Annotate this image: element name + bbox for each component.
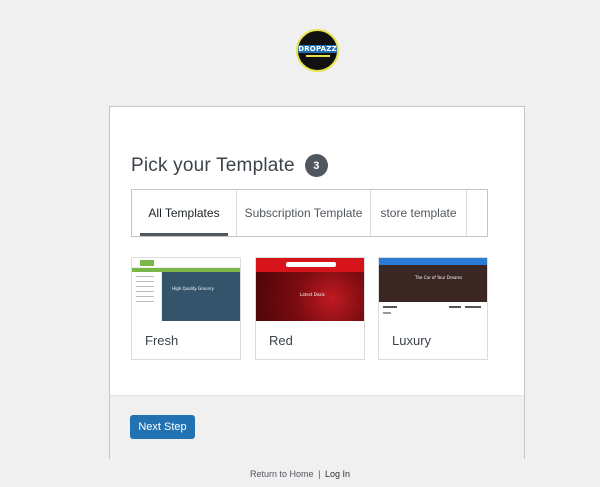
template-card-red[interactable]: Latest Deals Red [255,257,365,360]
template-name: Red [269,333,293,348]
tab-label: All Templates [148,206,220,220]
preview-caption: Latest Deals [300,292,325,297]
template-filter-tabs: All Templates Subscription Template stor… [131,189,488,237]
next-step-button[interactable]: Next Step [130,415,195,439]
template-card-fresh[interactable]: High Quality Grocery Fresh [131,257,241,360]
wizard-footer: Next Step [110,395,524,459]
footer-links: Return to Home | Log In [0,469,600,479]
tab-subscription-template[interactable]: Subscription Template [237,190,371,236]
brand-logo: DROPAZZ [296,29,339,72]
template-wizard-card: Pick your Template 3 All Templates Subsc… [109,106,525,459]
logo-stripe [305,54,330,57]
template-grid: High Quality Grocery Fresh Latest Deals … [131,257,488,360]
wizard-body: Pick your Template 3 All Templates Subsc… [110,107,524,395]
template-name: Fresh [145,333,179,348]
tab-store-template[interactable]: store template [371,190,467,236]
preview-caption: The Car of Your Dreams [415,275,463,280]
template-count-badge: 3 [304,154,328,177]
wizard-heading: Pick your Template 3 [131,154,328,177]
template-preview-red: Latest Deals [256,258,364,321]
link-separator: | [318,469,321,479]
tab-label: Subscription Template [244,206,363,220]
template-preview-fresh: High Quality Grocery [132,258,240,321]
template-name: Luxury [392,333,432,348]
template-card-luxury[interactable]: The Car of Your Dreams Luxury [378,257,488,360]
tab-all-templates[interactable]: All Templates [132,190,237,236]
return-home-link[interactable]: Return to Home [250,469,314,479]
login-link[interactable]: Log In [325,469,350,479]
page-title: Pick your Template [131,154,295,176]
tab-label: store template [380,206,457,220]
preview-caption: High Quality Grocery [172,286,214,291]
logo-text: DROPAZZ [298,44,337,53]
template-preview-luxury: The Car of Your Dreams [379,258,487,321]
